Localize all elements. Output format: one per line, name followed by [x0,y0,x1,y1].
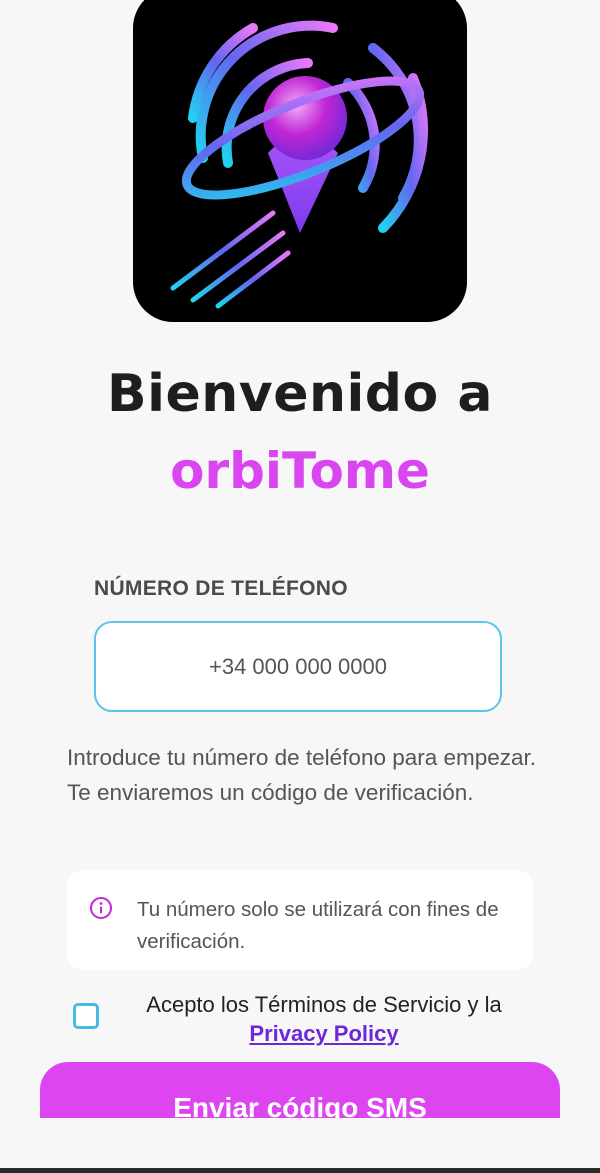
info-icon [90,897,112,919]
terms-label: Acepto los Términos de Servicio y la [146,992,502,1017]
phone-field-label: NÚMERO DE TELÉFONO [94,577,348,600]
brand-name: orbiTome [170,442,430,500]
info-notice: Tu número solo se utilizará con fines de… [67,870,533,970]
privacy-policy-link[interactable]: Privacy Policy [249,1021,398,1046]
send-sms-label: Enviar código SMS [173,1092,427,1118]
orbit-pin-logo-icon [170,20,428,309]
send-sms-button[interactable]: Enviar código SMS [40,1062,560,1118]
helper-text: Introduce tu número de teléfono para emp… [67,745,537,805]
app-logo [133,0,467,322]
welcome-title: Bienvenido a [107,364,493,424]
bottom-divider [0,1168,600,1173]
terms-text: Acepto los Términos de Servicio y la Pri… [110,990,538,1048]
terms-checkbox[interactable] [73,1003,99,1029]
phone-input[interactable] [94,621,502,712]
info-text: Tu número solo se utilizará con fines de… [137,898,499,953]
